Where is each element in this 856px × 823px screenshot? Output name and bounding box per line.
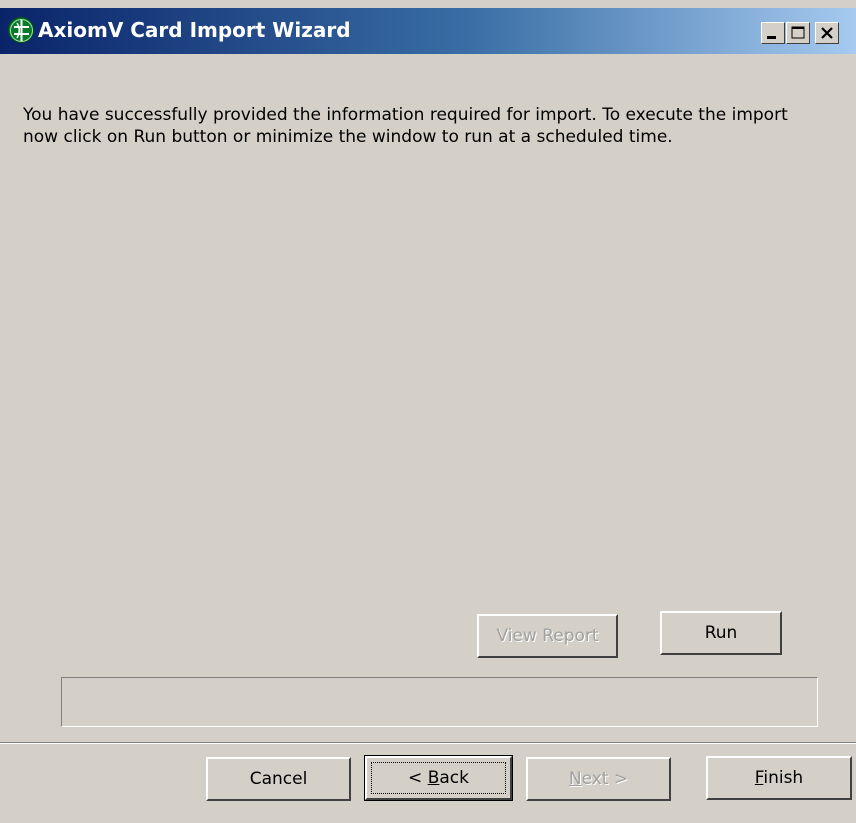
close-button[interactable] [815, 22, 839, 44]
next-label-rest: ext > [581, 769, 629, 789]
back-button[interactable]: < Back [364, 755, 513, 801]
footer-separator [0, 742, 856, 744]
focus-rectangle [371, 762, 506, 794]
next-button[interactable]: Next > [526, 757, 671, 801]
wizard-window: AxiomV Card Import Wizard You have succe… [0, 0, 856, 823]
finish-button[interactable]: Finish [706, 756, 852, 800]
next-accelerator: N [568, 769, 582, 789]
cancel-button[interactable]: Cancel [206, 757, 351, 801]
run-button[interactable]: Run [660, 611, 782, 655]
window-title: AxiomV Card Import Wizard [38, 18, 351, 42]
app-globe-icon [8, 17, 34, 43]
minimize-button[interactable] [761, 22, 785, 44]
title-bar[interactable]: AxiomV Card Import Wizard [0, 8, 856, 54]
instruction-message: You have successfully provided the infor… [23, 105, 788, 147]
maximize-button[interactable] [786, 22, 810, 44]
progress-bar [61, 677, 818, 727]
view-report-button[interactable]: View Report [477, 614, 618, 658]
finish-label-rest: inish [763, 768, 804, 788]
